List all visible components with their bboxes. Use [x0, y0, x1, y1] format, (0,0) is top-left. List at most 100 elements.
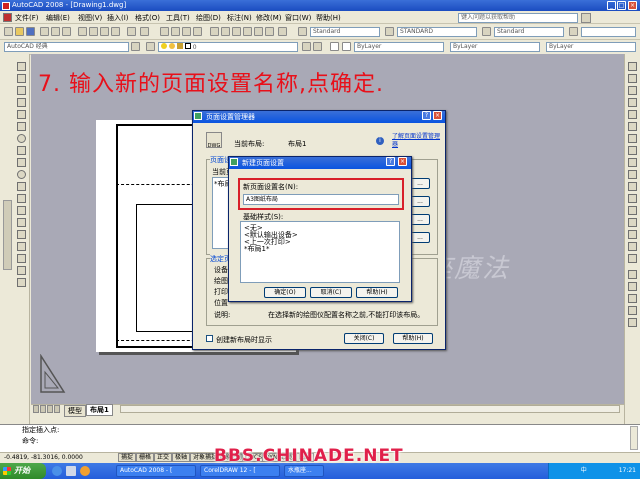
- spline-icon[interactable]: [17, 158, 26, 167]
- array-icon[interactable]: [628, 110, 637, 119]
- zoom-window-icon[interactable]: [182, 27, 191, 36]
- help-search-input[interactable]: 键入问题以获取帮助: [458, 13, 578, 23]
- workspace-settings-icon[interactable]: [131, 42, 140, 51]
- close-icon[interactable]: ×: [628, 1, 637, 10]
- properties-icon[interactable]: [210, 27, 219, 36]
- table-icon[interactable]: [17, 266, 26, 275]
- osnap-midpoint-icon[interactable]: [628, 294, 637, 303]
- page-setup-close-button[interactable]: 关闭(C): [344, 333, 384, 344]
- break-point-icon[interactable]: [628, 194, 637, 203]
- preview-icon[interactable]: [51, 27, 60, 36]
- circle-icon[interactable]: [17, 134, 26, 143]
- break-icon[interactable]: [628, 206, 637, 215]
- calc-icon[interactable]: [265, 27, 274, 36]
- snap-button[interactable]: 捕捉: [118, 453, 137, 462]
- tab-layout1[interactable]: 布局1: [86, 404, 113, 416]
- rectangle-icon[interactable]: [17, 110, 26, 119]
- taskbar-item-autocad[interactable]: AutoCAD 2008 - [: [116, 465, 196, 477]
- color-combo[interactable]: ByLayer: [354, 42, 444, 52]
- gradient-icon[interactable]: [17, 242, 26, 251]
- ime-indicator[interactable]: 中: [581, 467, 587, 474]
- layer-manager-icon[interactable]: [146, 42, 155, 51]
- dim-style-icon[interactable]: [385, 27, 394, 36]
- binoculars-icon[interactable]: [581, 13, 591, 23]
- tab-nav-last-icon[interactable]: [54, 405, 60, 413]
- new-page-setup-ok-button[interactable]: 确定(O): [264, 287, 306, 298]
- ellipse-arc-icon[interactable]: [17, 182, 26, 191]
- hatch-icon[interactable]: [17, 230, 26, 239]
- cut-icon[interactable]: [78, 27, 87, 36]
- save-icon[interactable]: [26, 27, 35, 36]
- ellipse-icon[interactable]: [17, 170, 26, 179]
- taskbar-item-coreldraw[interactable]: CorelDRAW 12 - [: [200, 465, 280, 477]
- osnap-endpoint-icon[interactable]: [628, 282, 637, 291]
- tab-nav-next-icon[interactable]: [47, 405, 53, 413]
- menu-view[interactable]: 视图(V): [78, 13, 102, 23]
- menu-modify[interactable]: 修改(M): [256, 13, 282, 23]
- print-icon[interactable]: [40, 27, 49, 36]
- join-icon[interactable]: [628, 218, 637, 227]
- taskbar-item-other[interactable]: 水瓶座...: [284, 465, 324, 477]
- pline-icon[interactable]: [17, 86, 26, 95]
- designcenter-icon[interactable]: [221, 27, 230, 36]
- color-icon[interactable]: [330, 42, 339, 51]
- menu-tools[interactable]: 工具(T): [166, 13, 190, 23]
- menu-insert[interactable]: 插入(I): [107, 13, 129, 23]
- quicklaunch-desktop-icon[interactable]: [66, 466, 76, 476]
- show-on-new-layout-checkbox[interactable]: [206, 335, 213, 342]
- menu-help[interactable]: 帮助(H): [316, 13, 341, 23]
- help-icon[interactable]: [278, 27, 287, 36]
- zoom-prev-icon[interactable]: [193, 27, 202, 36]
- menu-window[interactable]: 窗口(W): [285, 13, 311, 23]
- command-scrollbar[interactable]: [630, 426, 638, 450]
- mleader-style-combo[interactable]: [581, 27, 636, 37]
- set-current-button[interactable]: ...: [410, 178, 430, 189]
- trim-icon[interactable]: [628, 170, 637, 179]
- new-page-setup-help-icon[interactable]: ?: [386, 157, 395, 166]
- mleader-style-icon[interactable]: [569, 27, 578, 36]
- new-page-setup-close-icon[interactable]: ×: [398, 157, 407, 166]
- snap-toolbar-icon[interactable]: [628, 270, 637, 279]
- point-icon[interactable]: [17, 218, 26, 227]
- zoom-icon[interactable]: [171, 27, 180, 36]
- rotate-icon[interactable]: [628, 134, 637, 143]
- minimize-icon[interactable]: _: [607, 1, 616, 10]
- linetype-combo[interactable]: ByLayer: [450, 42, 540, 52]
- explode-icon[interactable]: [628, 254, 637, 263]
- polar-button[interactable]: 极轴: [172, 453, 191, 462]
- grid-button[interactable]: 栅格: [136, 453, 155, 462]
- tab-model[interactable]: 模型: [64, 405, 86, 417]
- osnap-center-icon[interactable]: [628, 306, 637, 315]
- page-setup-close-icon[interactable]: ×: [433, 111, 442, 120]
- ortho-button[interactable]: 正交: [154, 453, 173, 462]
- table-style-combo[interactable]: Standard: [494, 27, 564, 37]
- match-icon[interactable]: [111, 27, 120, 36]
- xline-icon[interactable]: [17, 74, 26, 83]
- extend-icon[interactable]: [628, 182, 637, 191]
- move-icon[interactable]: [628, 122, 637, 131]
- erase-icon[interactable]: [628, 62, 637, 71]
- undo-icon[interactable]: [127, 27, 136, 36]
- line-icon[interactable]: [17, 62, 26, 71]
- page-setup-help-icon[interactable]: ?: [422, 111, 431, 120]
- base-style-option-layout[interactable]: *布局1*: [244, 244, 269, 254]
- copy-icon[interactable]: [89, 27, 98, 36]
- lineweight-combo[interactable]: ByLayer: [546, 42, 636, 52]
- new-button[interactable]: ...: [410, 196, 430, 207]
- mtext-icon[interactable]: [17, 278, 26, 287]
- make-current-icon[interactable]: [302, 42, 311, 51]
- modify-button[interactable]: ...: [410, 214, 430, 225]
- menu-dimension[interactable]: 标注(N): [227, 13, 252, 23]
- osnap-node-icon[interactable]: [628, 318, 637, 327]
- menu-file[interactable]: 文件(F): [15, 13, 39, 23]
- publish-icon[interactable]: [62, 27, 71, 36]
- scale-icon[interactable]: [628, 146, 637, 155]
- help-link[interactable]: 了解页面设置管理器: [392, 133, 440, 149]
- tab-nav-first-icon[interactable]: [33, 405, 39, 413]
- page-setup-help-button[interactable]: 帮助(H): [393, 333, 433, 344]
- polygon-icon[interactable]: [17, 98, 26, 107]
- layer-combo[interactable]: 0: [158, 42, 298, 52]
- text-style-combo[interactable]: Standard: [310, 27, 380, 37]
- region-icon[interactable]: [17, 254, 26, 263]
- maximize-icon[interactable]: □: [617, 1, 626, 10]
